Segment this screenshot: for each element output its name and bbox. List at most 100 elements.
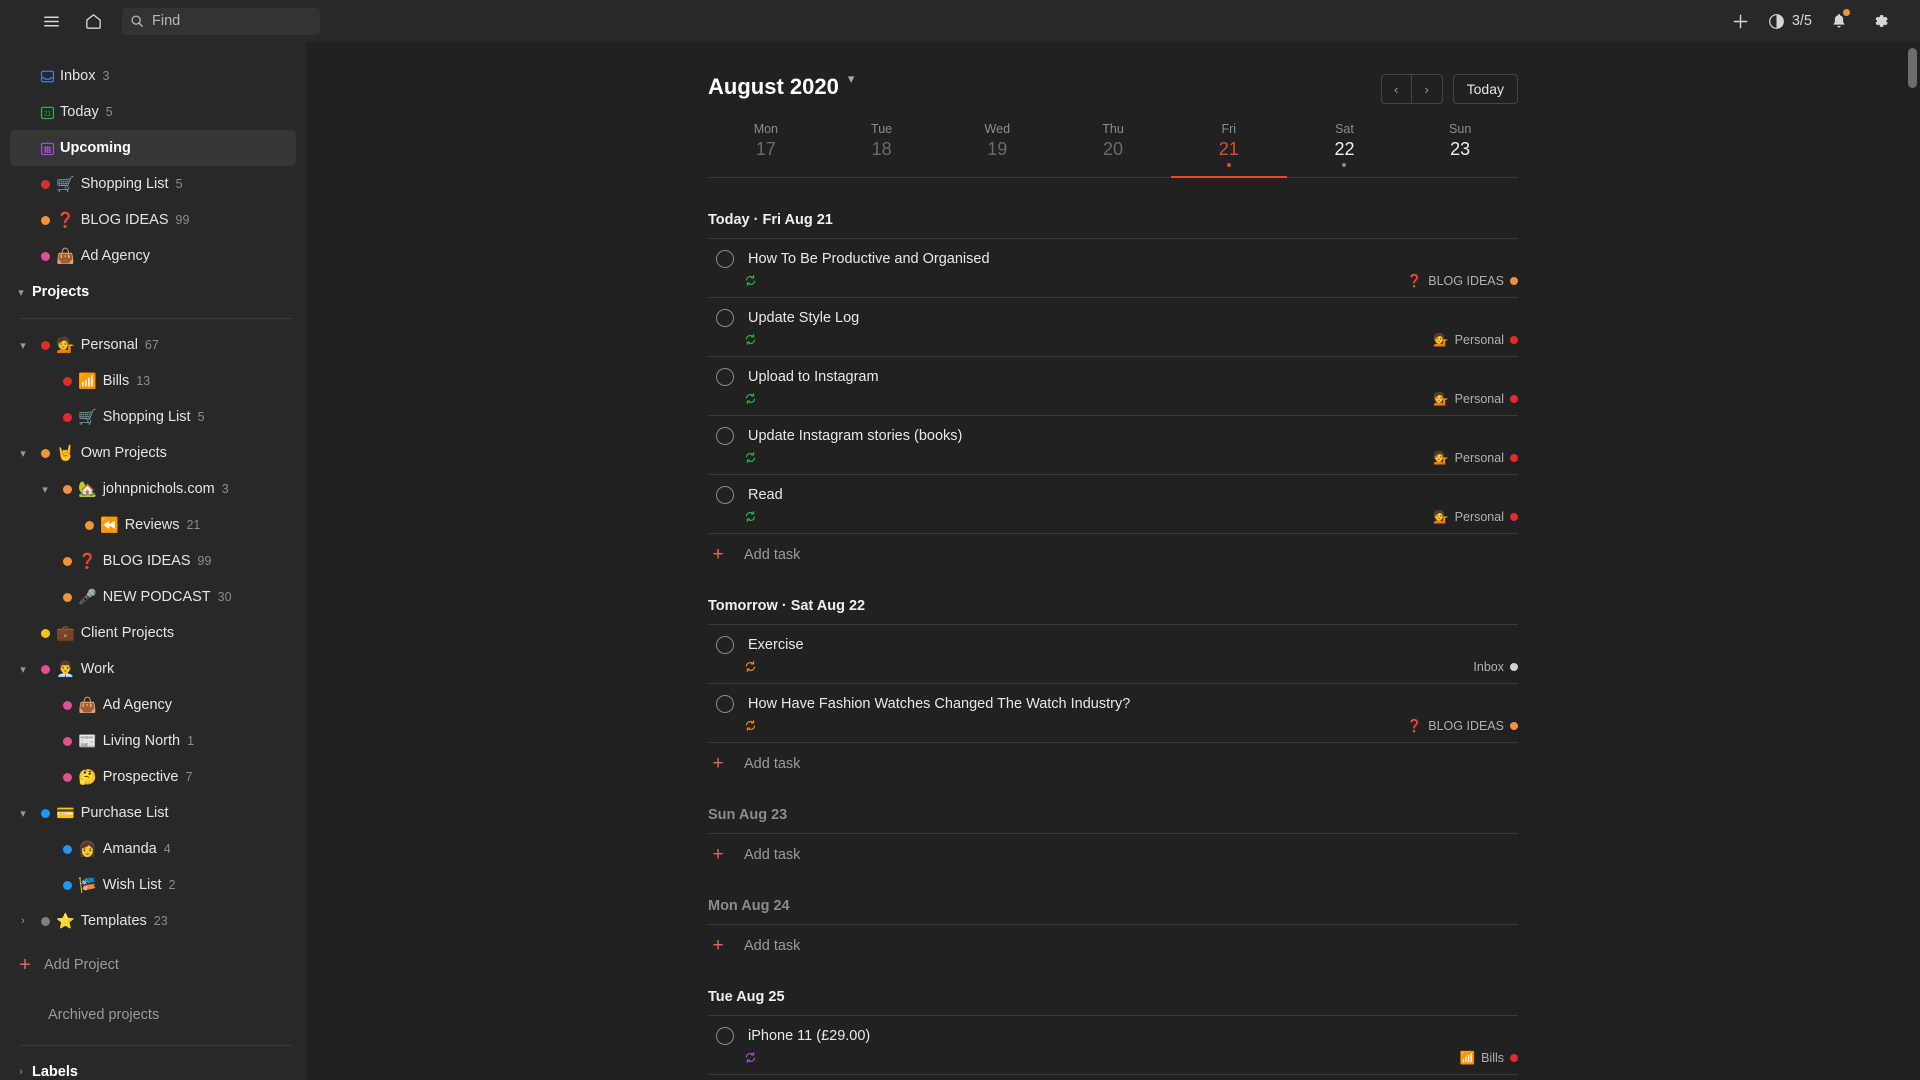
task-checkbox[interactable] (716, 695, 734, 713)
week-day-23[interactable]: Sun 23 (1402, 122, 1519, 178)
task-project-label[interactable]: 💁 Personal (1433, 392, 1518, 407)
task-row[interactable]: iPhone 11 (£29.00) 📶 Bills (708, 1015, 1518, 1074)
sidebar-project-reviews[interactable]: ⏪ Reviews 21 (10, 507, 296, 543)
sidebar-project-client-projects[interactable]: 💼 Client Projects (10, 615, 296, 651)
archived-projects-link[interactable]: Archived projects (0, 1007, 306, 1023)
sidebar-project-living-north[interactable]: 📰 Living North 1 (10, 723, 296, 759)
add-project-button[interactable]: + Add Project (10, 947, 296, 983)
chevron-down-icon[interactable]: ▾ (10, 286, 32, 299)
sidebar-project-blog-ideas[interactable]: ❓ BLOG IDEAS 99 (10, 543, 296, 579)
home-icon[interactable] (76, 4, 110, 38)
chevron-down-icon[interactable]: ▾ (12, 807, 34, 820)
sidebar-favorite-blog-ideas[interactable]: ❓ BLOG IDEAS 99 (10, 202, 296, 238)
chevron-down-icon[interactable]: ▾ (12, 663, 34, 676)
task-row[interactable]: Update Style Log 💁 Personal (708, 297, 1518, 356)
chevron-down-icon[interactable]: ▾ (34, 483, 56, 496)
project-color-dot (1510, 663, 1518, 671)
sidebar-item-today[interactable]: 21 Today 5 (10, 94, 296, 130)
task-project-label[interactable]: Inbox (1473, 660, 1518, 674)
chevron-down-icon[interactable]: ▾ (12, 339, 34, 352)
week-day-17[interactable]: Mon 17 (708, 122, 824, 178)
task-row[interactable]: Exercise Inbox (708, 624, 1518, 683)
sidebar-project-personal[interactable]: ▾ 💁 Personal 67 (10, 327, 296, 363)
task-project-label[interactable]: 📶 Bills (1460, 1051, 1518, 1066)
week-day-22[interactable]: Sat 22 (1286, 122, 1403, 178)
today-button[interactable]: Today (1452, 74, 1518, 104)
task-checkbox[interactable] (716, 368, 734, 386)
chevron-down-icon[interactable]: ▾ (848, 71, 855, 87)
project-emoji-icon: 💁 (1433, 332, 1449, 347)
task-row[interactable]: Upload to Instagram 💁 Personal (708, 356, 1518, 415)
sidebar-project-ad-agency[interactable]: 👜 Ad Agency (10, 687, 296, 723)
gear-icon[interactable] (1860, 4, 1902, 38)
add-task-button[interactable]: +Add task (708, 742, 1518, 773)
day-group-title: Tue Aug 25 (708, 989, 785, 1005)
sidebar-project-new-podcast[interactable]: 🎤 NEW PODCAST 30 (10, 579, 296, 615)
week-day-19[interactable]: Wed 19 (939, 122, 1056, 178)
bell-icon[interactable] (1818, 4, 1860, 38)
sidebar-item-count: 21 (186, 518, 201, 532)
chevron-down-icon[interactable]: ▾ (12, 447, 34, 460)
add-task-button[interactable]: +Add task (708, 924, 1518, 955)
sidebar-item-inbox[interactable]: Inbox 3 (10, 58, 296, 94)
week-day-20[interactable]: Thu 20 (1055, 122, 1171, 178)
project-color-dot (56, 484, 78, 494)
sidebar-projects-header[interactable]: ▾ Projects (10, 274, 296, 310)
recurring-icon (744, 451, 757, 466)
task-project-label[interactable]: ❓ BLOG IDEAS (1407, 274, 1518, 289)
week-day-dot (1226, 163, 1231, 167)
task-row[interactable]: Read 💁 Personal (708, 474, 1518, 533)
chevron-right-icon[interactable]: › (12, 915, 34, 927)
task-row[interactable]: How To Be Productive and Organised ❓ BLOG … (708, 238, 1518, 297)
sidebar-project-amanda[interactable]: 👩 Amanda 4 (10, 831, 296, 867)
task-title: Update Instagram stories (books) (748, 428, 963, 444)
week-day-18[interactable]: Tue 18 (823, 122, 940, 178)
sidebar-favorite-shopping-list[interactable]: 🛒 Shopping List 5 (10, 166, 296, 202)
sidebar-project-work[interactable]: ▾ 👨‍💼 Work (10, 651, 296, 687)
plus-icon[interactable] (1720, 4, 1762, 38)
task-project-label[interactable]: 💁 Personal (1433, 451, 1518, 466)
hamburger-menu-icon[interactable] (34, 4, 68, 38)
project-color-dot (56, 772, 78, 782)
recurring-icon (744, 510, 757, 525)
add-task-button[interactable]: +Add task (708, 833, 1518, 864)
task-checkbox[interactable] (716, 636, 734, 654)
project-color-dot (56, 592, 78, 602)
sidebar-item-count: 4 (163, 842, 171, 856)
sidebar-project-purchase-list[interactable]: ▾ 💳 Purchase List (10, 795, 296, 831)
task-checkbox[interactable] (716, 250, 734, 268)
sidebar-project-wish-list[interactable]: 🎏 Wish List 2 (10, 867, 296, 903)
task-checkbox[interactable] (716, 427, 734, 445)
sidebar-labels-header[interactable]: › Labels (10, 1054, 296, 1080)
chevron-right-icon[interactable]: › (10, 1066, 32, 1078)
search-input[interactable]: Find (122, 7, 320, 35)
project-color-dot (34, 251, 56, 261)
sidebar-favorite-ad-agency[interactable]: 👜 Ad Agency (10, 238, 296, 274)
task-project-label[interactable]: 💁 Personal (1433, 333, 1518, 348)
sidebar-project-johnpnichols-com[interactable]: ▾ 🏡 johnpnichols.com 3 (10, 471, 296, 507)
next-week-button[interactable]: › (1412, 75, 1442, 103)
task-title: Read (748, 487, 783, 503)
sidebar-project-prospective[interactable]: 🤔 Prospective 7 (10, 759, 296, 795)
task-checkbox[interactable] (716, 309, 734, 327)
task-checkbox[interactable] (716, 1027, 734, 1045)
sidebar-project-bills[interactable]: 📶 Bills 13 (10, 363, 296, 399)
sidebar-project-shopping-list[interactable]: 🛒 Shopping List 5 (10, 399, 296, 435)
sidebar-project-templates[interactable]: › ⭐ Templates 23 (10, 903, 296, 939)
vertical-scrollbar[interactable] (1908, 48, 1917, 88)
task-project-label[interactable]: 💁 Personal (1433, 510, 1518, 525)
karma-progress[interactable]: 3/5 (1762, 13, 1818, 30)
project-color-dot (34, 215, 56, 225)
task-checkbox[interactable] (716, 486, 734, 504)
sidebar-project-own-projects[interactable]: ▾ 🤘 Own Projects (10, 435, 296, 471)
prev-week-button[interactable]: ‹ (1382, 75, 1412, 103)
add-task-button[interactable]: +Add task (708, 533, 1518, 564)
task-project-label[interactable]: ❓ BLOG IDEAS (1407, 719, 1518, 734)
add-task-button[interactable]: +Add task (708, 1074, 1518, 1080)
week-day-21[interactable]: Fri 21 (1170, 122, 1287, 178)
sidebar-item-upcoming[interactable]: Upcoming (10, 130, 296, 166)
task-row[interactable]: How Have Fashion Watches Changed The Wat… (708, 683, 1518, 742)
add-task-label: Add task (744, 755, 801, 772)
sidebar-item-label: BLOG IDEAS (102, 553, 191, 569)
task-row[interactable]: Update Instagram stories (books) 💁 Persona… (708, 415, 1518, 474)
